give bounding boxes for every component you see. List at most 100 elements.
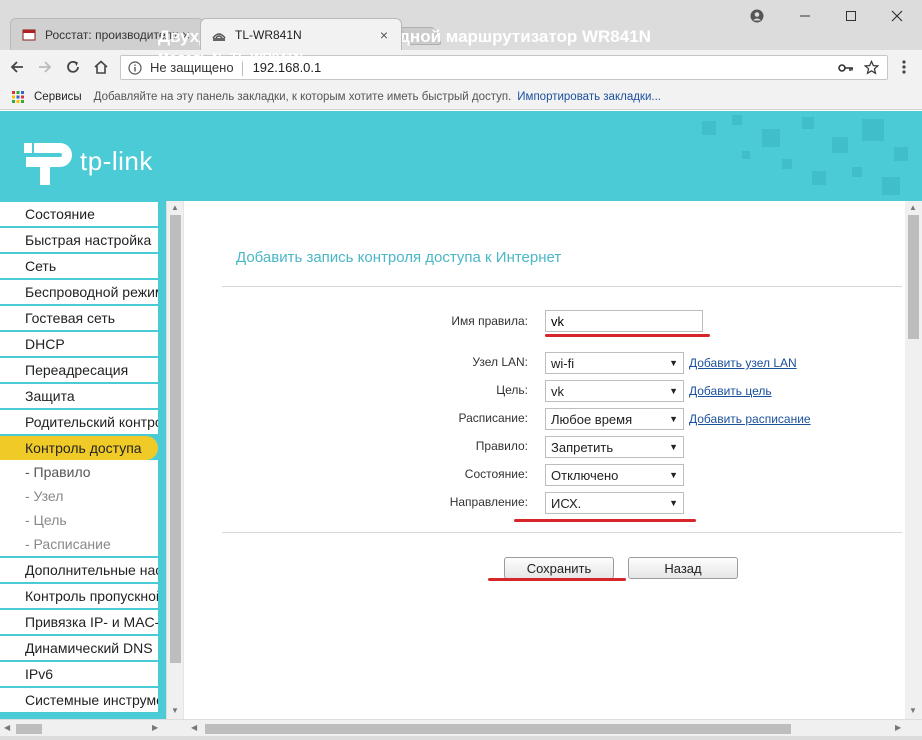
- sidebar-item-ddns[interactable]: Динамический DNS: [0, 636, 158, 660]
- sidebar-item-advanced-routing[interactable]: Дополнительные настройки: [0, 558, 158, 582]
- sidebar-item-quick-setup[interactable]: Быстрая настройка: [0, 228, 158, 252]
- scroll-down-icon[interactable]: ▼: [171, 706, 179, 715]
- tab-router[interactable]: TL-WR841N ×: [200, 18, 402, 50]
- menu-kebab-icon[interactable]: [893, 56, 915, 78]
- bookmarks-hint: Добавляйте на эту панель закладки, к кот…: [93, 90, 512, 103]
- browser-toolbar: Не защищено 192.168.0.1: [0, 50, 922, 84]
- scroll-right-icon[interactable]: ▶: [152, 723, 158, 732]
- rule-name-input[interactable]: [545, 310, 703, 332]
- chevron-down-icon: ▼: [669, 414, 678, 424]
- apps-label[interactable]: Сервисы: [34, 91, 82, 103]
- chevron-down-icon: ▼: [669, 442, 678, 452]
- scroll-up-icon[interactable]: ▲: [171, 203, 179, 212]
- window-bottom-edge: [0, 736, 922, 740]
- info-icon[interactable]: [128, 60, 142, 75]
- scroll-down-icon[interactable]: ▼: [909, 706, 917, 715]
- browser-window: Росстат: производители × TL-WR841N × Не …: [0, 0, 922, 740]
- sidebar-menu: Состояние Быстрая настройка Сеть Беспров…: [0, 201, 166, 719]
- sidebar-item-network[interactable]: Сеть: [0, 254, 158, 278]
- lan-host-value: wi-fi: [551, 355, 575, 371]
- sidebar-subitem-schedule[interactable]: - Расписание: [0, 532, 158, 556]
- add-lan-host-link[interactable]: Добавить узел LAN: [689, 356, 797, 370]
- annotation-underline-rule-name: [545, 334, 710, 337]
- chevron-down-icon: ▼: [669, 470, 678, 480]
- rule-name-label: Имя правила:: [451, 314, 528, 328]
- forward-arrow-icon[interactable]: [34, 56, 56, 78]
- status-value: Отключено: [551, 467, 619, 483]
- sidebar-item-status[interactable]: Состояние: [0, 202, 158, 226]
- target-select[interactable]: vk ▼: [545, 380, 684, 402]
- sidebar-item-system-tools[interactable]: Системные инструменты: [0, 688, 158, 712]
- add-schedule-link[interactable]: Добавить расписание: [689, 412, 811, 426]
- scroll-up-icon[interactable]: ▲: [909, 203, 917, 212]
- tp-link-logo: tp-link: [22, 135, 153, 187]
- status-select[interactable]: Отключено ▼: [545, 464, 684, 486]
- sidebar-item-guest-network[interactable]: Гостевая сеть: [0, 306, 158, 330]
- sidebar-subitem-host[interactable]: - Узел: [0, 484, 158, 508]
- direction-label: Направление:: [449, 495, 528, 509]
- router-icon: [211, 27, 227, 43]
- chevron-down-icon: ▼: [669, 358, 678, 368]
- sidebar-item-ip-mac-binding[interactable]: Привязка IP- и MAC-адресов: [0, 610, 158, 634]
- save-button[interactable]: Сохранить: [504, 557, 614, 579]
- rule-value: Запретить: [551, 439, 614, 455]
- sidebar-item-bandwidth-control[interactable]: Контроль пропускной способности: [0, 584, 158, 608]
- schedule-select[interactable]: Любое время ▼: [545, 408, 684, 430]
- bookmarks-bar: Сервисы Добавляйте на эту панель закладк…: [0, 84, 922, 110]
- target-value: vk: [551, 383, 564, 399]
- logo-text: tp-link: [80, 145, 153, 176]
- direction-value: ИСХ.: [551, 495, 582, 511]
- chevron-down-icon: ▼: [669, 386, 678, 396]
- back-arrow-icon[interactable]: [6, 56, 28, 78]
- sidebar-horizontal-scrollbar[interactable]: ◀ ▶: [0, 719, 183, 736]
- annotation-underline-direction: [514, 519, 696, 522]
- lan-host-select[interactable]: wi-fi ▼: [545, 352, 684, 374]
- sidebar-subitem-target[interactable]: - Цель: [0, 508, 158, 532]
- divider-top: [222, 286, 902, 287]
- add-target-link[interactable]: Добавить цель: [689, 384, 772, 398]
- sidebar-item-security[interactable]: Защита: [0, 384, 158, 408]
- back-button[interactable]: Назад: [628, 557, 738, 579]
- sidebar-item-wireless[interactable]: Беспроводной режим: [0, 280, 158, 304]
- schedule-label: Расписание:: [458, 411, 529, 425]
- chevron-down-icon: ▼: [669, 498, 678, 508]
- scroll-left-icon[interactable]: ◀: [4, 723, 10, 732]
- router-model: Модель № TL-WR841N: [158, 50, 303, 65]
- content-horizontal-scrollbar[interactable]: ◀ ▶: [183, 719, 922, 736]
- close-tab-icon[interactable]: ×: [377, 27, 391, 43]
- sidebar-item-access-control[interactable]: Контроль доступа: [0, 436, 158, 460]
- scroll-left-icon[interactable]: ◀: [191, 723, 197, 732]
- schedule-value: Любое время: [551, 411, 633, 427]
- maximize-icon[interactable]: [836, 4, 866, 28]
- sidebar-hscroll-thumb[interactable]: [16, 724, 42, 734]
- content-scrollbar[interactable]: ▲ ▼: [905, 201, 922, 719]
- close-window-icon[interactable]: [882, 4, 912, 28]
- tab-title: TL-WR841N: [235, 27, 302, 42]
- rule-label: Правило:: [475, 439, 528, 453]
- header-pattern: [702, 115, 908, 195]
- content-scroll-thumb[interactable]: [908, 215, 919, 339]
- home-icon[interactable]: [90, 56, 112, 78]
- direction-select[interactable]: ИСХ. ▼: [545, 492, 684, 514]
- minimize-icon[interactable]: [790, 4, 820, 28]
- main-content: Добавить запись контроля доступа к Интер…: [183, 201, 905, 719]
- sidebar-item-ipv6[interactable]: IPv6: [0, 662, 158, 686]
- bookmark-star-icon[interactable]: [864, 60, 879, 75]
- sidebar-item-forwarding[interactable]: Переадресация: [0, 358, 158, 382]
- profile-icon[interactable]: [742, 4, 772, 28]
- import-bookmarks-link[interactable]: Импортировать закладки...: [517, 91, 661, 103]
- sidebar-item-dhcp[interactable]: DHCP: [0, 332, 158, 356]
- sidebar-scroll-thumb[interactable]: [170, 215, 181, 663]
- scroll-right-icon[interactable]: ▶: [895, 723, 901, 732]
- page-title: Добавить запись контроля доступа к Интер…: [236, 249, 562, 266]
- url-text[interactable]: 192.168.0.1: [253, 60, 838, 75]
- reload-icon[interactable]: [62, 56, 84, 78]
- rule-select[interactable]: Запретить ▼: [545, 436, 684, 458]
- sidebar-subitem-rule[interactable]: - Правило: [0, 460, 158, 484]
- key-icon[interactable]: [838, 62, 854, 74]
- sidebar-item-parental-control[interactable]: Родительский контроль: [0, 410, 158, 434]
- sidebar-scrollbar[interactable]: ▲ ▼: [166, 201, 183, 719]
- document-icon: [21, 27, 37, 43]
- content-hscroll-thumb[interactable]: [205, 724, 791, 734]
- apps-grid-icon[interactable]: [12, 90, 24, 103]
